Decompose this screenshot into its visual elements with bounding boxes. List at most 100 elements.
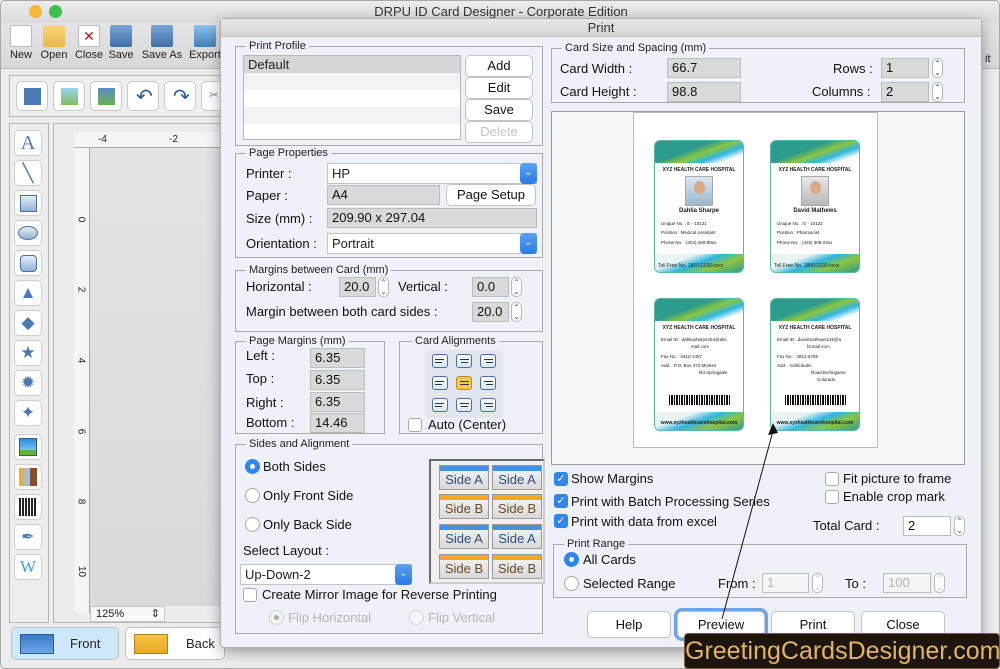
printer-select[interactable]: HP ⌄ (327, 163, 537, 184)
star-tool[interactable]: ★ (14, 340, 42, 366)
export-button[interactable]: Export (187, 25, 223, 61)
rows-stepper[interactable]: ⌃ ⌄ (932, 58, 943, 78)
card-size-group: Card Size and Spacing (mm) Card Width : … (551, 41, 965, 103)
align-top-left[interactable] (432, 354, 448, 368)
triangle-tool[interactable]: ▲ (14, 280, 42, 306)
both-sides-radio[interactable] (245, 459, 260, 474)
line-tool[interactable]: ╲ (14, 160, 42, 186)
document-properties-button[interactable] (16, 81, 48, 111)
profile-list[interactable]: Default (243, 55, 461, 140)
batch-processing-checkbox[interactable]: ✓ (554, 494, 568, 508)
align-bottom-right[interactable] (480, 398, 496, 412)
redo-button[interactable]: ↷ (164, 81, 196, 111)
library-tool[interactable] (14, 464, 42, 490)
all-cards-radio[interactable] (564, 552, 579, 567)
back-side-radio[interactable] (245, 517, 260, 532)
ellipse-tool[interactable] (14, 220, 42, 246)
import-button[interactable] (90, 81, 122, 111)
edit-profile-button[interactable]: Edit (465, 77, 533, 99)
from-field[interactable]: 1 (762, 573, 809, 593)
card-person-name: Dahlia Sharpe (678, 208, 719, 214)
columns-stepper[interactable]: ⌃ ⌄ (932, 82, 943, 102)
card-address: Add. : Sollicitudin (777, 363, 812, 368)
total-card-stepper[interactable]: ⌃ ⌄ (954, 516, 965, 536)
minimize-button[interactable] (29, 5, 42, 18)
to-stepper[interactable]: ⌃ ⌄ (934, 573, 945, 593)
four-point-star-tool[interactable]: ✦ (14, 400, 42, 426)
zoom-selector[interactable]: 125% ⇕ (90, 606, 165, 622)
profile-item[interactable]: Default (244, 56, 460, 73)
open-button[interactable]: Open (36, 25, 72, 61)
add-profile-button[interactable]: Add (465, 55, 533, 77)
vertical-margin-field[interactable]: 0.0 (472, 277, 509, 297)
burst-tool[interactable]: ✹ (14, 370, 42, 396)
size-field: 209.90 x 297.04 (327, 208, 537, 228)
background-button[interactable] (53, 81, 85, 111)
excel-data-checkbox[interactable]: ✓ (554, 514, 568, 528)
undo-button[interactable]: ↶ (127, 81, 159, 111)
auto-center-checkbox[interactable] (408, 418, 422, 432)
canvas-workspace[interactable] (90, 148, 224, 606)
columns-field[interactable]: 2 (881, 82, 929, 102)
rounded-rectangle-tool[interactable] (14, 250, 42, 276)
signature-tool[interactable]: ✒ (14, 524, 42, 550)
horizontal-margin-field[interactable]: 20.0 (339, 277, 376, 297)
rows-field[interactable]: 1 (881, 58, 929, 78)
watermark-tool[interactable]: W (14, 554, 42, 580)
align-bottom-center[interactable] (456, 398, 472, 412)
barcode-tool[interactable] (14, 494, 42, 520)
front-side-radio[interactable] (245, 488, 260, 503)
selected-range-radio[interactable] (564, 576, 579, 591)
back-card-icon (134, 633, 168, 654)
save-profile-button[interactable]: Save (465, 99, 533, 121)
left-margin-field[interactable]: 6.35 (310, 348, 365, 368)
orientation-select[interactable]: Portrait ⌄ (327, 233, 537, 254)
fit-picture-checkbox[interactable] (825, 472, 839, 486)
card-hospital-name: XYZ HEALTH CARE HOSPITAL (662, 167, 736, 173)
chevron-down-icon: ⌄ (520, 233, 537, 254)
zoom-window-button[interactable] (49, 5, 62, 18)
picture-tool[interactable] (14, 434, 42, 460)
top-margin-field[interactable]: 6.35 (310, 370, 365, 390)
delete-profile-button[interactable]: Delete (465, 121, 533, 143)
right-margin-field[interactable]: 6.35 (310, 392, 365, 412)
align-top-right[interactable] (480, 354, 496, 368)
save-as-icon (151, 25, 173, 47)
group-title: Margins between Card (mm) (246, 263, 392, 277)
close-button[interactable]: ✕ Close (71, 25, 107, 61)
align-middle-right[interactable] (480, 376, 496, 390)
total-card-field[interactable]: 2 (903, 516, 951, 536)
both-sides-margin-field[interactable]: 20.0 (472, 302, 509, 322)
card-email: Email ID : dahliasharpe254@abc (661, 337, 727, 342)
front-tab[interactable]: Front (11, 627, 119, 660)
flip-vertical-radio[interactable] (409, 610, 424, 625)
align-bottom-left[interactable] (432, 398, 448, 412)
help-button[interactable]: Help (587, 611, 671, 638)
align-middle-left[interactable] (432, 376, 448, 390)
bottom-margin-field[interactable]: 14.46 (310, 413, 365, 433)
to-field[interactable]: 100 (883, 573, 931, 593)
align-top-center[interactable] (456, 354, 472, 368)
text-tool[interactable]: A (14, 130, 42, 156)
save-button[interactable]: Save (103, 25, 139, 61)
chevron-down-icon: ⌄ (395, 564, 412, 585)
diamond-tool[interactable]: ◆ (14, 310, 42, 336)
flip-horizontal-radio[interactable] (269, 610, 284, 625)
new-button[interactable]: New (3, 25, 39, 61)
page-setup-button[interactable]: Page Setup (446, 184, 536, 206)
horizontal-stepper[interactable]: ⌃ ⌄ (378, 277, 389, 297)
save-as-button[interactable]: Save As (141, 25, 183, 61)
crop-mark-checkbox[interactable] (825, 490, 839, 504)
rectangle-tool[interactable] (14, 190, 42, 216)
show-margins-checkbox[interactable]: ✓ (554, 472, 568, 486)
vertical-stepper[interactable]: ⌃ ⌄ (511, 277, 522, 297)
card-width-label: Card Width : (560, 61, 633, 76)
card-website: www.xyzhealthcarehospital.com (776, 420, 854, 426)
align-middle-center[interactable] (456, 376, 472, 390)
both-sides-stepper[interactable]: ⌃ ⌄ (511, 302, 522, 322)
mirror-image-checkbox[interactable] (243, 588, 257, 602)
back-tab[interactable]: Back (125, 627, 225, 660)
layout-select[interactable]: Up-Down-2 ⌄ (240, 564, 412, 585)
from-stepper[interactable]: ⌃ ⌄ (812, 573, 823, 593)
group-title: Page Margins (mm) (246, 334, 349, 348)
